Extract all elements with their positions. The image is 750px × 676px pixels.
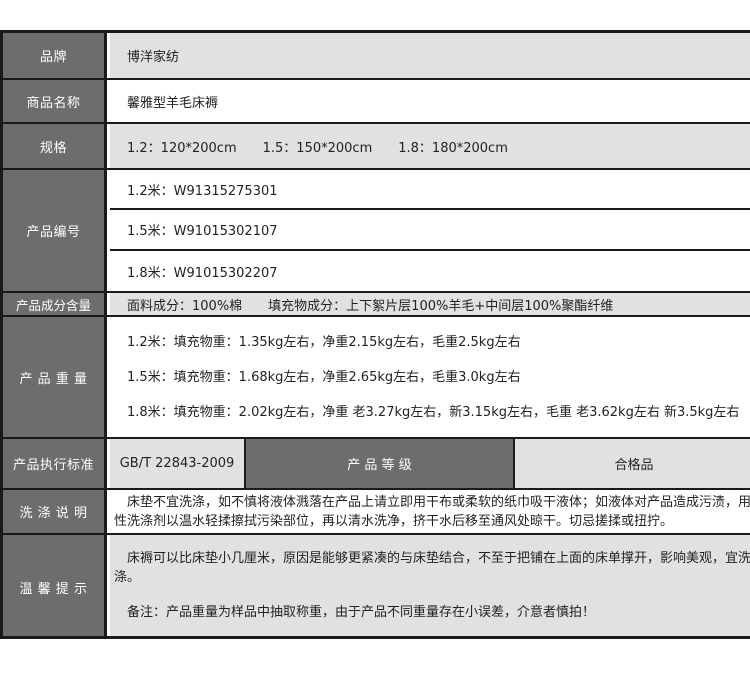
wash-label: 洗 涤 说 明	[3, 490, 107, 533]
grade-value: 合格品	[515, 439, 750, 488]
product-code-1-2: 1.2米：W91315275301	[110, 170, 750, 208]
grade-label: 产 品 等 级	[246, 439, 513, 488]
product-code-1-5: 1.5米：W91015302107	[110, 210, 750, 249]
row-wash: 洗 涤 说 明 床垫不宜洗涤，如不慎将液体溅落在产品上请立即用干布或柔软的纸巾吸…	[3, 490, 750, 533]
weight-1-8: 1.8米：填充物重：2.02kg左右，净重 老3.27kg左右，新3.15kg左…	[127, 404, 740, 420]
spec-value: 1.2：120*200cm 1.5：150*200cm 1.8：180*200c…	[110, 124, 750, 168]
weight-1-5: 1.5米：填充物重：1.68kg左右，净重2.65kg左右，毛重3.0kg左右	[127, 369, 521, 385]
product-code-label: 产品编号	[3, 170, 107, 291]
spec-label: 规格	[3, 124, 107, 168]
standard-label: 产品执行标准	[3, 439, 107, 488]
row-tips: 温 馨 提 示 床褥可以比床垫小几厘米，原因是能够更紧凑的与床垫结合，不至于把铺…	[3, 535, 750, 636]
spec-1-5: 1.5：150*200cm	[262, 140, 373, 156]
brand-value: 博洋家纺	[110, 33, 750, 78]
spec-1-2: 1.2：120*200cm	[127, 140, 237, 156]
standard-value: GB/T 22843-2009	[110, 439, 244, 488]
product-code-1-8: 1.8米：W91015302207	[110, 251, 750, 291]
tips-line-1: 床褥可以比床垫小几厘米，原因是能够更紧凑的与床垫结合，不至于把铺在上面的床单撑开…	[114, 551, 750, 585]
product-info-table: 品牌 博洋家纺 商品名称 馨雅型羊毛床褥 规格 1.2：120*200cm 1.…	[0, 30, 750, 639]
row-standard: 产品执行标准 GB/T 22843-2009 产 品 等 级 合格品	[3, 439, 750, 488]
tips-label: 温 馨 提 示	[3, 535, 107, 636]
composition-value: 面料成分：100%棉 填充物成分：上下絮片层100%羊毛+中间层100%聚酯纤维	[110, 293, 750, 315]
weight-values: 1.2米：填充物重：1.35kg左右，净重2.15kg左右，毛重2.5kg左右 …	[110, 317, 750, 437]
composition-label: 产品成分含量	[3, 293, 107, 315]
weight-label: 产 品 重 量	[3, 317, 107, 437]
filling-composition: 填充物成分：上下絮片层100%羊毛+中间层100%聚酯纤维	[268, 298, 614, 314]
wash-text: 床垫不宜洗涤，如不慎将液体溅落在产品上请立即用干布或柔软的纸巾吸干液体；如液体对…	[114, 494, 750, 529]
row-brand: 品牌 博洋家纺	[3, 33, 750, 78]
row-composition: 产品成分含量 面料成分：100%棉 填充物成分：上下絮片层100%羊毛+中间层1…	[3, 293, 750, 315]
row-product-name: 商品名称 馨雅型羊毛床褥	[3, 80, 750, 122]
brand-label: 品牌	[3, 33, 107, 78]
product-name-value: 馨雅型羊毛床褥	[110, 80, 750, 122]
row-spec: 规格 1.2：120*200cm 1.5：150*200cm 1.8：180*2…	[3, 124, 750, 168]
fabric-composition: 面料成分：100%棉	[127, 298, 243, 314]
product-name-label: 商品名称	[3, 80, 107, 122]
tips-value: 床褥可以比床垫小几厘米，原因是能够更紧凑的与床垫结合，不至于把铺在上面的床单撑开…	[110, 535, 750, 636]
weight-1-2: 1.2米：填充物重：1.35kg左右，净重2.15kg左右，毛重2.5kg左右	[127, 334, 521, 350]
tips-line-2: 备注：产品重量为样品中抽取称重，由于产品不同重量存在小误差，介意者慎拍！	[114, 605, 596, 620]
row-weight: 产 品 重 量 1.2米：填充物重：1.35kg左右，净重2.15kg左右，毛重…	[3, 317, 750, 437]
wash-value: 床垫不宜洗涤，如不慎将液体溅落在产品上请立即用干布或柔软的纸巾吸干液体；如液体对…	[110, 490, 750, 533]
row-product-code: 产品编号 1.2米：W91315275301 1.5米：W91015302107…	[3, 170, 750, 291]
spec-1-8: 1.8：180*200cm	[398, 140, 508, 156]
